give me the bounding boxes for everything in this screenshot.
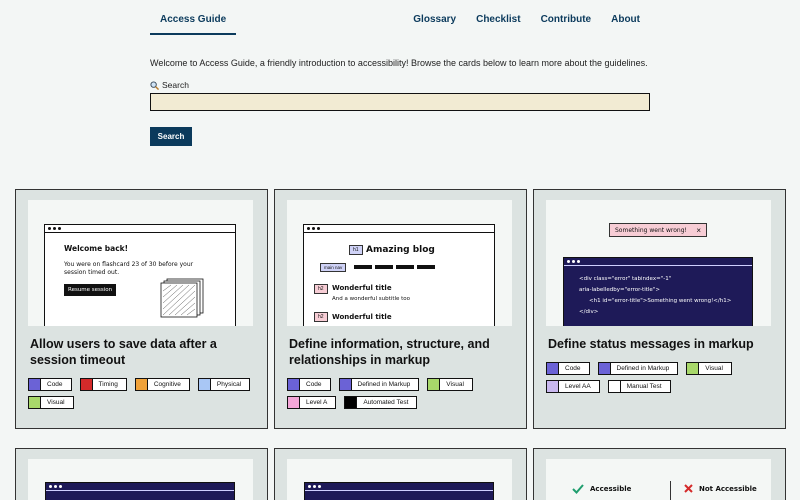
- browser-window-illustration: Welcome back! You were on flashcard 23 o…: [44, 224, 236, 326]
- nav-about[interactable]: About: [611, 14, 640, 25]
- card-illustration: Something went wrong! × <div class="erro…: [546, 200, 771, 326]
- nav-links: Glossary Checklist Contribute About: [413, 14, 640, 25]
- brand-link[interactable]: Access Guide: [150, 14, 237, 35]
- tag-defined-in-markup: Defined in Markup: [597, 362, 679, 375]
- post-subtitle: And a wonderful subtitle too: [332, 296, 411, 302]
- search-button[interactable]: Search: [150, 127, 192, 146]
- not-accessible-label: Not Accessible: [684, 484, 757, 493]
- tag-manual-test: Manual Test: [607, 380, 671, 393]
- tag-level-aa: Level AA: [546, 380, 600, 393]
- card-title[interactable]: Allow users to save data after a session…: [30, 336, 255, 368]
- nav-bars: [354, 265, 435, 269]
- card-illustration: [28, 459, 253, 500]
- card-illustration: Accessible Not Accessible: [546, 459, 771, 500]
- error-alert-illustration: Something went wrong! ×: [609, 223, 707, 237]
- tag-visual: Visual: [427, 378, 473, 391]
- magnifier-icon: [150, 80, 159, 90]
- card-row2-1[interactable]: [15, 448, 268, 500]
- alert-text: Something went wrong!: [615, 226, 687, 234]
- card-status-messages[interactable]: Something went wrong! × <div class="erro…: [533, 189, 786, 429]
- tag-code: Code: [28, 378, 72, 391]
- resume-session-button: Resume session: [64, 284, 117, 296]
- h1-tag-label: h1: [349, 245, 363, 255]
- top-navigation: Access Guide Glossary Checklist Contribu…: [0, 0, 800, 36]
- accessible-label: Accessible: [572, 484, 631, 494]
- nav-contribute[interactable]: Contribute: [541, 14, 592, 25]
- illustration-text: You were on flashcard 23 of 30 before yo…: [64, 261, 194, 276]
- tag-physical: Physical: [197, 378, 251, 391]
- code-window-illustration: <div class="error" tabindex="-1" aria-la…: [563, 257, 753, 326]
- code-window-illustration: [45, 482, 235, 500]
- h2-tag-label: h2: [314, 284, 328, 294]
- search-label: Search: [150, 80, 189, 90]
- tag-list: Code Defined in Markup Visual Level A Au…: [287, 378, 519, 409]
- divider-line: [670, 481, 671, 500]
- tag-visual: Visual: [686, 362, 732, 375]
- browser-window-illustration: h1 Amazing blog main nav h2 Wonderful ti…: [303, 224, 495, 326]
- flashcards-stack-icon: [160, 278, 204, 318]
- tag-defined-in-markup: Defined in Markup: [338, 378, 420, 391]
- h2-tag-label-2: h2: [314, 312, 328, 322]
- tag-list: Code Defined in Markup Visual Level AA M…: [546, 362, 778, 393]
- nav-checklist[interactable]: Checklist: [476, 14, 520, 25]
- card-illustration: [287, 459, 512, 500]
- nav-glossary[interactable]: Glossary: [413, 14, 456, 25]
- post-title: Wonderful title: [332, 284, 392, 292]
- blog-title: Amazing blog: [366, 245, 435, 255]
- intro-text: Welcome to Access Guide, a friendly intr…: [150, 58, 648, 68]
- card-markup-structure[interactable]: h1 Amazing blog main nav h2 Wonderful ti…: [274, 189, 527, 429]
- tag-timing: Timing: [79, 378, 127, 391]
- illustration-heading: Welcome back!: [64, 244, 129, 253]
- card-row2-2[interactable]: [274, 448, 527, 500]
- search-label-text: Search: [162, 80, 189, 90]
- check-icon: [572, 484, 584, 494]
- card-row2-3[interactable]: Accessible Not Accessible: [533, 448, 786, 500]
- tag-automated-test: Automated Test: [344, 396, 418, 409]
- code-window-illustration: [304, 482, 494, 500]
- card-illustration: h1 Amazing blog main nav h2 Wonderful ti…: [287, 200, 512, 326]
- card-session-timeout[interactable]: Welcome back! You were on flashcard 23 o…: [15, 189, 268, 429]
- tag-visual: Visual: [28, 396, 74, 409]
- code-snippet: <div class="error" tabindex="-1" aria-la…: [579, 276, 732, 315]
- search-input[interactable]: [150, 93, 650, 111]
- tag-list: Code Timing Cognitive Physical Visual: [28, 378, 260, 409]
- card-title[interactable]: Define information, structure, and relat…: [289, 336, 514, 368]
- close-icon: ×: [696, 225, 701, 235]
- post-title-2: Wonderful title: [332, 313, 392, 321]
- nav-tag-label: main nav: [320, 263, 347, 272]
- tag-code: Code: [287, 378, 331, 391]
- tag-level-a: Level A: [287, 396, 337, 409]
- tag-code: Code: [546, 362, 590, 375]
- card-illustration: Welcome back! You were on flashcard 23 o…: [28, 200, 253, 326]
- cross-icon: [684, 484, 693, 493]
- tag-cognitive: Cognitive: [134, 378, 190, 391]
- card-title[interactable]: Define status messages in markup: [548, 336, 773, 352]
